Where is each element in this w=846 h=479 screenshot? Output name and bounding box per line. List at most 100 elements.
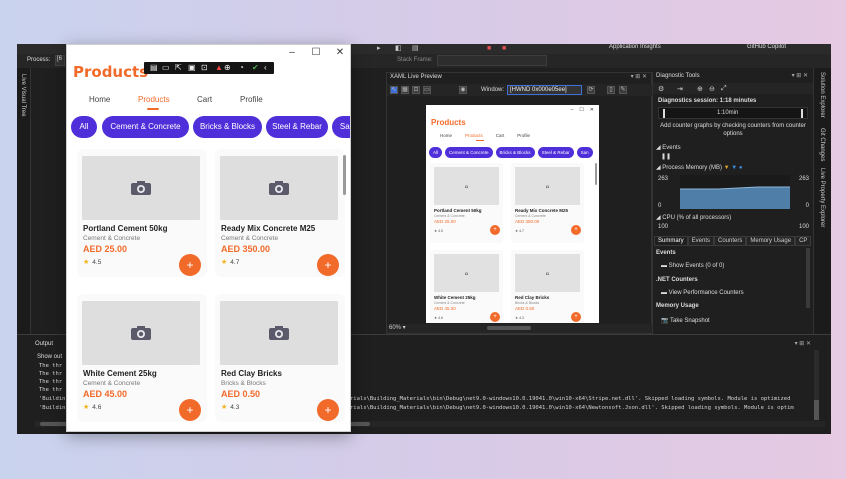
chip-sand[interactable]: San	[332, 116, 350, 138]
chip-all[interactable]: All	[71, 116, 97, 138]
mini-add-button[interactable]: +	[571, 225, 581, 235]
mini-product-card[interactable]: ◘ Ready Mix Concrete M25 Cement & Concre…	[511, 163, 584, 243]
process-dropdown[interactable]: [6	[55, 55, 65, 66]
nav-home[interactable]: Home	[89, 95, 110, 104]
stop-icon[interactable]: ■	[502, 45, 509, 52]
chip-bricks-blocks[interactable]: Bricks & Blocks	[193, 116, 262, 138]
mini-product-rating: ★ 4.3	[515, 316, 524, 320]
zoom-in-icon[interactable]: ⊕	[697, 85, 703, 93]
events-section-header[interactable]: ◢ Events	[656, 144, 681, 151]
show-events-link[interactable]: ▬ Show Events (0 of 0)	[661, 263, 724, 269]
mini-product-card[interactable]: ◘ Red Clay Bricks Bricks & Blocks AED 0.…	[511, 250, 584, 323]
nav-cart[interactable]: Cart	[197, 95, 212, 104]
diagnostic-scrollbar[interactable]	[806, 248, 810, 308]
nav-products[interactable]: Products	[138, 95, 170, 104]
nav-profile[interactable]: Profile	[240, 95, 263, 104]
cpu-header[interactable]: ◢ CPU (% of all processors)	[656, 214, 731, 221]
solution-explorer-tab[interactable]: Solution Explorer	[819, 72, 825, 118]
tab-cpu[interactable]: CP	[795, 236, 812, 246]
hot-reload-ok-icon[interactable]: ✔	[252, 63, 259, 73]
product-card[interactable]: White Cement 25kg Cement & Concrete AED …	[77, 294, 207, 422]
binding-failures-icon[interactable]: ⊡	[201, 63, 208, 73]
mini-nav-cart[interactable]: Cart	[496, 133, 505, 138]
mini-product-card[interactable]: ◘ White Cement 25kg Cement & Concrete AE…	[430, 250, 503, 323]
panel-controls[interactable]: ▾ ⊞ ✕	[631, 73, 647, 80]
mini-nav-profile[interactable]: Profile	[517, 133, 530, 138]
ide-toolbar-icon[interactable]: ▤	[412, 45, 419, 52]
stop-icon[interactable]: ■	[487, 45, 494, 52]
git-changes-tab[interactable]: Git Changes	[819, 128, 825, 161]
rotate-icon[interactable]: ⟳	[587, 86, 595, 94]
mini-product-card[interactable]: ◘ Portland Cement 50kg Cement & Concrete…	[430, 163, 503, 243]
mini-chip[interactable]: Steel & Rebar	[537, 147, 574, 158]
reset-view-icon[interactable]: ⤢	[721, 85, 727, 93]
timeline-ruler[interactable]: 1:10min	[658, 107, 808, 119]
collapse-icon[interactable]: ‹	[264, 63, 267, 73]
select-element-icon[interactable]: ▭	[162, 63, 170, 73]
mini-chip[interactable]: All	[429, 147, 443, 158]
export-icon[interactable]: ⇥	[677, 85, 683, 93]
track-focus-icon[interactable]: ⊡	[412, 86, 420, 94]
close-button[interactable]: ✕	[334, 47, 346, 58]
mini-nav-products[interactable]: Products	[465, 133, 483, 138]
display-layout-icon[interactable]: ▦	[401, 86, 409, 94]
ide-toolbar-icon[interactable]: ◧	[395, 45, 402, 52]
panel-controls[interactable]: ▾ ⊞ ✕	[792, 72, 808, 79]
error-count-icon[interactable]: ⊕	[224, 63, 231, 73]
live-property-explorer-tab[interactable]: Live Property Explorer	[819, 168, 825, 227]
timeline-handle-right[interactable]	[801, 109, 803, 118]
camera-icon	[131, 326, 151, 340]
timeline-handle-left[interactable]	[663, 109, 665, 118]
hot-reload-icon[interactable]: ◔	[239, 63, 244, 73]
tab-memory-usage[interactable]: Memory Usage	[746, 236, 796, 246]
pause-icon[interactable]: ❚❚	[661, 153, 671, 160]
process-memory-header[interactable]: ◢ Process Memory (MB) ▼ ▼ ●	[656, 164, 743, 171]
product-card[interactable]: Portland Cement 50kg Cement & Concrete A…	[77, 149, 207, 277]
tab-counters[interactable]: Counters	[714, 236, 747, 246]
mini-scrollbar[interactable]	[595, 163, 597, 185]
chip-cement-concrete[interactable]: Cement & Concrete	[102, 116, 189, 138]
mini-chip[interactable]: Bricks & Blocks	[495, 147, 535, 158]
product-card[interactable]: Ready Mix Concrete M25 Cement & Concrete…	[215, 149, 345, 277]
mini-chip[interactable]: Cement & Concrete	[445, 147, 493, 158]
zoom-out-icon[interactable]: ⊖	[709, 85, 715, 93]
add-to-cart-button[interactable]: +	[179, 254, 201, 276]
mini-add-button[interactable]: +	[490, 312, 500, 322]
view-performance-counters-link[interactable]: ▬ View Performance Counters	[661, 290, 744, 296]
chip-steel-rebar[interactable]: Steel & Rebar	[266, 116, 328, 138]
panel-controls[interactable]: ▾ ⊞ ✕	[795, 340, 811, 347]
application-insights[interactable]: Application Insights	[609, 44, 661, 50]
preview-horizontal-scrollbar[interactable]	[487, 326, 531, 330]
error-icon[interactable]: ▲	[215, 63, 223, 73]
tab-events[interactable]: Events	[687, 236, 715, 246]
tab-summary[interactable]: Summary	[654, 236, 688, 246]
add-to-cart-button[interactable]: +	[317, 254, 339, 276]
take-snapshot-button[interactable]: 📷 Take Snapshot	[661, 317, 710, 324]
github-copilot-button[interactable]: GitHub Copilot	[747, 44, 786, 50]
wrench-icon[interactable]: ✎	[619, 86, 627, 94]
mini-chip[interactable]: San	[576, 147, 593, 158]
minimize-button[interactable]: –	[286, 47, 298, 58]
device-icon[interactable]: ▯	[607, 86, 615, 94]
eye-icon[interactable]: ◉	[459, 86, 467, 94]
add-to-cart-button[interactable]: +	[317, 399, 339, 421]
stack-frame-dropdown[interactable]	[437, 55, 547, 66]
window-dropdown[interactable]: [HWND 0x000e05ee]	[507, 85, 582, 95]
ide-toolbar-icon[interactable]: ▸	[377, 45, 384, 52]
live-visual-tree-icon[interactable]: ▤	[150, 63, 158, 73]
track-focus-icon[interactable]: ▣	[188, 63, 196, 73]
product-card[interactable]: Red Clay Bricks Bricks & Blocks AED 0.50…	[215, 294, 345, 422]
output-vertical-scrollbar[interactable]	[814, 350, 819, 420]
gear-icon[interactable]: ⚙	[658, 85, 664, 93]
display-adorners-icon[interactable]: ⇱	[175, 63, 182, 73]
mini-nav-home[interactable]: Home	[440, 133, 452, 138]
product-list-scrollbar[interactable]	[343, 155, 346, 195]
select-element-icon[interactable]: ↖	[390, 86, 398, 94]
maximize-button[interactable]: ☐	[310, 47, 322, 58]
mini-add-button[interactable]: +	[571, 312, 581, 322]
mini-add-button[interactable]: +	[490, 225, 500, 235]
live-visual-tree-tab[interactable]: Live Visual Tree	[20, 74, 26, 117]
folder-icon[interactable]: ▭	[423, 86, 431, 94]
zoom-level[interactable]: 60%	[389, 325, 401, 331]
add-to-cart-button[interactable]: +	[179, 399, 201, 421]
